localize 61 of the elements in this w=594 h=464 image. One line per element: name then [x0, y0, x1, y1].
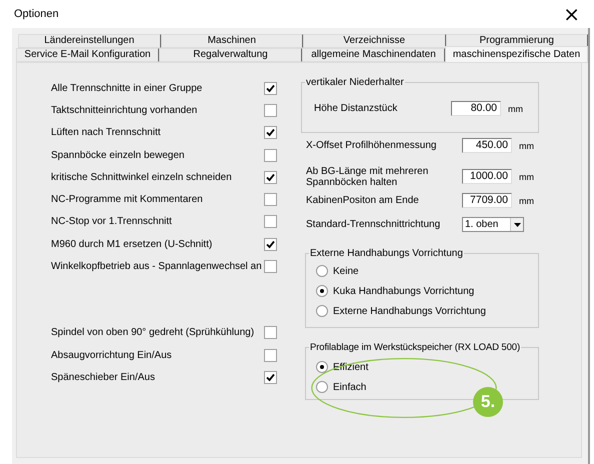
checkbox-label: NC-Stop vor 1.Trennschnitt: [51, 216, 172, 228]
checkbox[interactable]: [264, 193, 277, 206]
tab[interactable]: Service E-Mail Konfiguration: [16, 48, 159, 62]
group-title: vertikaler Niederhalter: [305, 77, 405, 88]
checkbox-label: Alle Trennschnitte in einer Gruppe: [51, 82, 202, 94]
close-button[interactable]: ×: [561, 4, 582, 24]
checkbox-label: kritische Schnittwinkel einzeln schneiden: [51, 172, 232, 183]
tab[interactable]: Verzeichnisse: [303, 34, 446, 48]
tab[interactable]: Maschinen: [160, 34, 303, 48]
field-label: Ab BG-Länge mit mehreren Spannböcken halten: [305, 166, 430, 188]
radio-label: Externe Handhabungs Vorrichtung: [333, 306, 486, 316]
input-field[interactable]: 450.00: [462, 138, 512, 153]
input-field[interactable]: 80.00: [451, 101, 501, 116]
checkbox[interactable]: [264, 170, 277, 184]
checkbox[interactable]: [264, 348, 277, 362]
group-title: Profilablage im Werkstückspeicher (RX LOAD 500): [309, 342, 522, 353]
tab[interactable]: Regalverwaltung: [159, 48, 302, 62]
checkbox-label: Absaugvorrichtung Ein/Aus: [51, 350, 172, 361]
field-label: Höhe Distanzstück: [314, 103, 398, 114]
tab[interactable]: maschinenspezifische Daten: [445, 46, 588, 63]
checkbox-label: Taktschnitteinrichtung vorhanden: [51, 104, 198, 116]
radio-button[interactable]: [316, 265, 328, 277]
unit-label: mm: [518, 140, 535, 150]
radio-button[interactable]: [316, 285, 328, 297]
field-label: X-Offset Profilhöhenmessung: [305, 140, 438, 151]
radio-button[interactable]: [316, 361, 328, 373]
checkbox[interactable]: [264, 260, 277, 274]
checkbox[interactable]: [264, 238, 277, 251]
checkbox-label: NC-Programme mit Kommentaren: [51, 194, 203, 206]
dropdown[interactable]: 1. oben: [462, 217, 524, 232]
checkbox[interactable]: [264, 215, 277, 228]
window-title: Optionen: [14, 8, 59, 20]
checkbox-label: Lüften nach Trennschnitt: [51, 127, 161, 138]
unit-label: mm: [518, 196, 535, 206]
radio-label: Keine: [333, 266, 359, 276]
unit-label: mm: [507, 104, 524, 114]
field-label: KabinenPositon am Ende: [305, 195, 420, 206]
checkbox-label: M960 durch M1 ersetzen (U-Schnitt): [51, 238, 212, 250]
tab[interactable]: Ländereinstellungen: [18, 34, 160, 48]
dropdown-arrow-icon: [514, 222, 520, 226]
unit-label: mm: [518, 172, 535, 182]
radio-label: Einfach: [333, 382, 366, 392]
checkbox[interactable]: [264, 104, 277, 117]
input-field[interactable]: 7709.00: [462, 193, 512, 208]
field-label: Standard-Trennschnittrichtung: [305, 219, 442, 230]
input-field[interactable]: 1000.00: [462, 169, 512, 184]
checkbox[interactable]: [264, 326, 277, 340]
group-title: Externe Handhabungs Vorrichtung: [309, 248, 464, 259]
tab[interactable]: allgemeine Maschinendaten: [302, 48, 445, 62]
radio-label: Kuka Handhabungs Vorrichtung: [333, 286, 474, 296]
checkbox-label: Winkelkopfbetrieb aus - Spannlagenwechsel an: [51, 261, 262, 272]
checkbox[interactable]: [264, 148, 277, 162]
radio-button[interactable]: [316, 381, 328, 393]
radio-button[interactable]: [316, 305, 328, 317]
step-badge: 5.: [473, 387, 503, 417]
checkbox[interactable]: [264, 126, 277, 140]
checkbox-label: Späneschieber Ein/Aus: [51, 372, 155, 383]
checkbox-label: Spannböcke einzeln bewegen: [51, 150, 184, 161]
checkbox[interactable]: [264, 82, 277, 95]
checkbox[interactable]: [264, 370, 277, 384]
checkbox-label: Spindel von oben 90° gedreht (Sprühkühlung): [51, 327, 254, 338]
